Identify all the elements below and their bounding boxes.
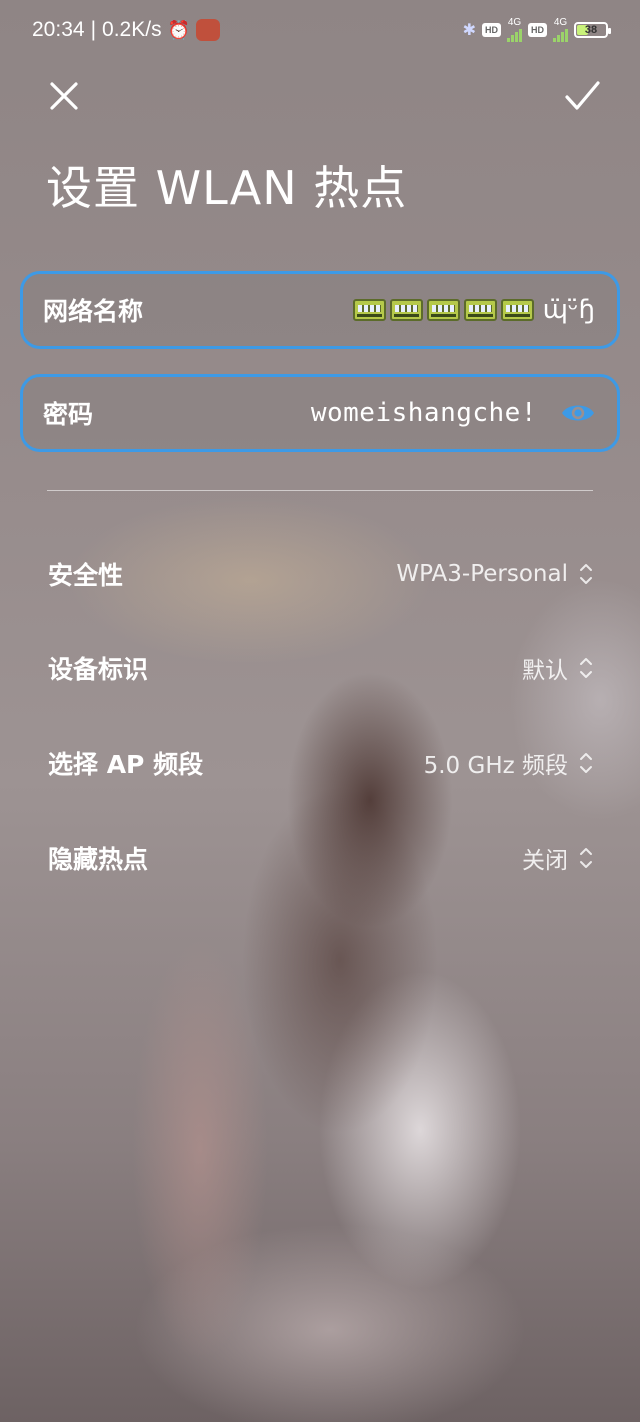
network-name-label: 网络名称 <box>43 297 144 326</box>
chevron-updown-icon <box>578 750 594 776</box>
show-password-toggle[interactable] <box>561 402 595 424</box>
chevron-updown-icon <box>578 655 594 681</box>
train-icon <box>501 299 535 321</box>
network-name-input[interactable]: ɰ̈ᵕ̈ɧ <box>353 295 595 325</box>
battery-level: 38 <box>584 24 598 36</box>
hd-badge-2: HD <box>528 23 547 37</box>
status-bar: 20:34 | 0.2K/s ⏰ ✱ HD 4G HD 4G 38 <box>0 0 640 60</box>
network-name-suffix: ɰ̈ᵕ̈ɧ <box>542 295 595 325</box>
hd-badge-1: HD <box>482 23 501 37</box>
divider <box>47 490 593 491</box>
network-type-1: 4G <box>507 17 522 28</box>
train-icon <box>427 299 461 321</box>
status-left: 20:34 | 0.2K/s ⏰ <box>32 18 220 42</box>
train-icon <box>464 299 498 321</box>
password-label: 密码 <box>43 400 94 429</box>
app-notification-icon <box>196 19 220 41</box>
ap-band-row[interactable]: 选择 AP 频段 5.0 GHz 频段 <box>48 733 594 793</box>
hide-hotspot-label: 隐藏热点 <box>48 845 149 874</box>
chevron-updown-icon <box>578 845 594 871</box>
hide-hotspot-value: 关闭 <box>522 848 568 874</box>
signal-2: 4G <box>553 18 568 42</box>
network-name-field[interactable]: 网络名称 ɰ̈ᵕ̈ɧ <box>20 271 620 349</box>
device-id-label: 设备标识 <box>48 655 149 684</box>
alarm-icon: ⏰ <box>167 19 190 40</box>
network-type-2: 4G <box>553 17 568 28</box>
close-button[interactable] <box>44 76 84 116</box>
security-value: WPA3-Personal <box>396 561 568 587</box>
security-label: 安全性 <box>48 561 124 590</box>
security-row[interactable]: 安全性 WPA3-Personal <box>48 544 594 604</box>
signal-bars-icon <box>553 28 568 42</box>
chevron-updown-icon <box>578 561 594 587</box>
device-id-row[interactable]: 设备标识 默认 <box>48 638 594 698</box>
confirm-button[interactable] <box>560 76 604 116</box>
ap-band-label: 选择 AP 频段 <box>48 750 204 779</box>
ap-band-value: 5.0 GHz 频段 <box>423 753 568 779</box>
hide-hotspot-row[interactable]: 隐藏热点 关闭 <box>48 828 594 888</box>
status-separator: | <box>90 18 97 41</box>
page-title: 设置 WLAN 热点 <box>46 161 408 215</box>
password-field[interactable]: 密码 womeishangche! <box>20 374 620 452</box>
signal-bars-icon <box>507 28 522 42</box>
battery-icon: 38 <box>574 22 611 38</box>
status-right: ✱ HD 4G HD 4G 38 <box>462 18 611 42</box>
bluetooth-icon: ✱ <box>462 22 476 39</box>
status-time: 20:34 <box>32 18 85 41</box>
status-speed: 0.2K/s <box>102 18 162 41</box>
device-id-value: 默认 <box>522 658 568 684</box>
eye-icon <box>562 405 594 421</box>
train-icon <box>353 299 387 321</box>
signal-1: 4G <box>507 18 522 42</box>
password-input[interactable]: womeishangche! <box>311 398 537 428</box>
close-icon <box>50 82 78 110</box>
train-icon <box>390 299 424 321</box>
check-icon <box>565 81 600 110</box>
